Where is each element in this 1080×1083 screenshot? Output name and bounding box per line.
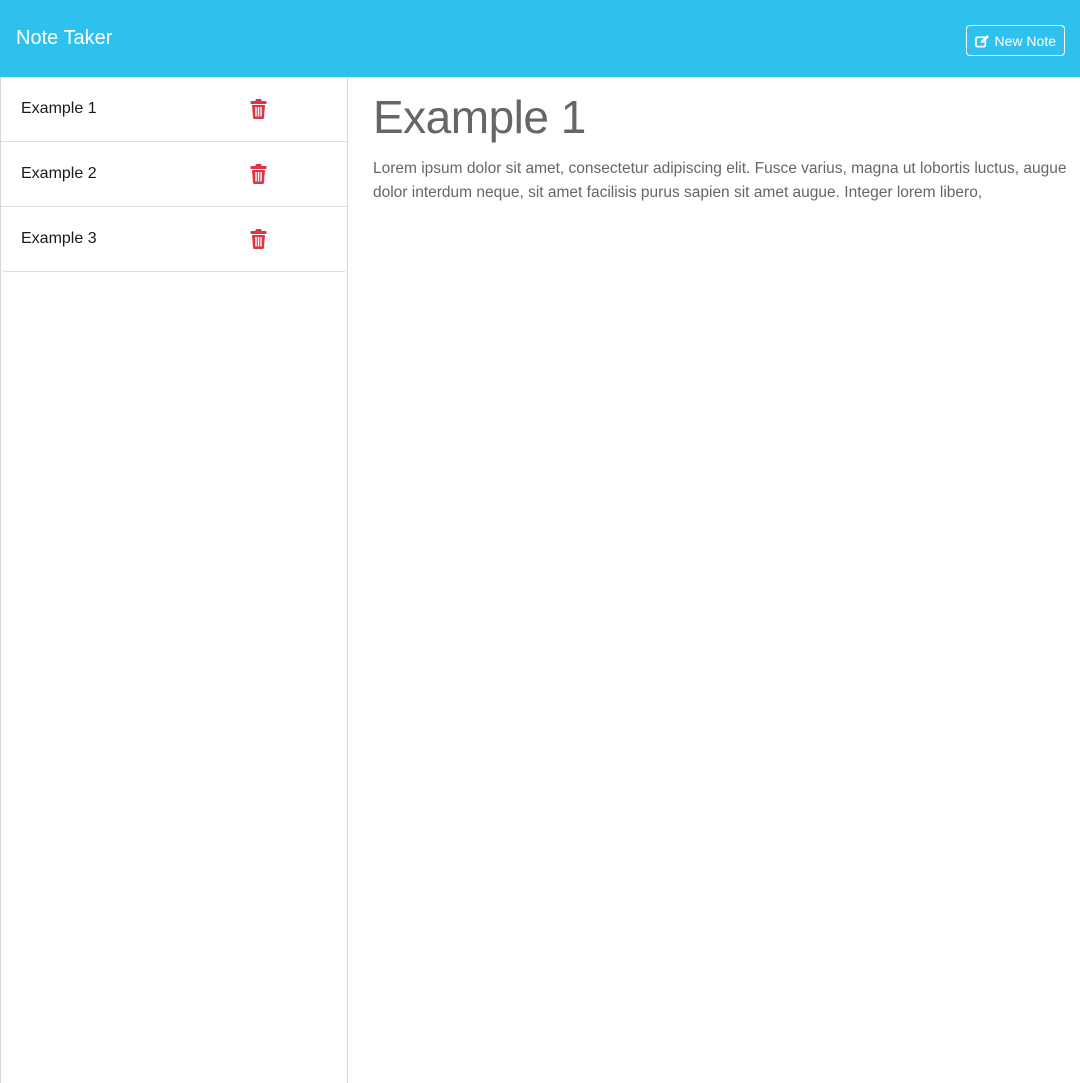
note-list-item-title[interactable]: Example 1	[21, 100, 97, 118]
app-title[interactable]: Note Taker	[16, 26, 112, 50]
note-title[interactable]: Example 1	[373, 91, 586, 143]
note-editor: Example 1 Lorem ipsum dolor sit amet, co…	[348, 77, 1080, 1083]
note-list-item[interactable]: Example 1	[1, 77, 347, 142]
navbar: Note Taker New Note	[0, 0, 1080, 77]
note-list-panel: Example 1 Example 2 Example 3	[0, 77, 348, 1083]
note-list-item[interactable]: Example 2	[1, 142, 347, 207]
note-list: Example 1 Example 2 Example 3	[1, 77, 347, 272]
edit-icon	[974, 34, 990, 48]
note-list-item-title[interactable]: Example 3	[21, 230, 97, 248]
note-text[interactable]: Lorem ipsum dolor sit amet, consectetur …	[373, 157, 1073, 205]
note-list-item[interactable]: Example 3	[1, 207, 347, 272]
trash-icon[interactable]	[250, 164, 267, 184]
note-list-item-title[interactable]: Example 2	[21, 165, 97, 183]
new-note-label: New Note	[994, 32, 1056, 49]
trash-icon[interactable]	[250, 229, 267, 249]
trash-icon[interactable]	[250, 99, 267, 119]
new-note-button[interactable]: New Note	[965, 25, 1065, 56]
